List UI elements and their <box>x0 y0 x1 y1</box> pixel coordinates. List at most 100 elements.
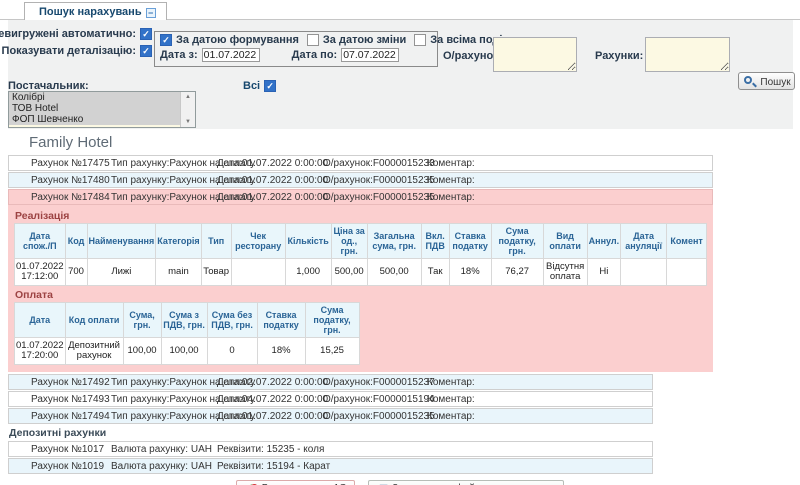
realization-header: Аннул. <box>587 224 620 259</box>
payment-cell: 15,25 <box>305 338 359 365</box>
invoice-comment: Коментар: <box>427 394 652 405</box>
show-details-row: Показувати деталізацію: ✓ <box>8 45 152 57</box>
realization-cell <box>231 259 285 286</box>
invoice-row-selected[interactable]: Рахунок №17484 Тип рахунку:Рахунок на оп… <box>8 189 713 205</box>
invoice-number: Рахунок №17494 <box>9 411 111 422</box>
by-change-date-checkbox[interactable] <box>307 34 319 46</box>
invoice-comment: Коментар: <box>427 192 712 203</box>
invoice-row[interactable]: Рахунок №17494 Тип рахунку:Рахунок на оп… <box>8 408 653 424</box>
deposit-details: Реквізити: 15235 - коля <box>217 444 652 455</box>
upload-to-1c-button[interactable]: ✔С Вивантажити в 1С <box>236 480 355 485</box>
realization-header: Найменування <box>87 224 156 259</box>
invoice-type: Тип рахунку:Рахунок на оплату <box>111 158 217 169</box>
realization-cell: 18% <box>449 259 491 286</box>
invoice-row[interactable]: Рахунок №17493 Тип рахунку:Рахунок на оп… <box>8 391 653 407</box>
realization-header: Тип <box>201 224 231 259</box>
supplier-multiselect[interactable]: Колібрі ТОВ Hotel ФОП Шевченко ▲ ▼ <box>8 91 196 128</box>
realization-header: Дата ануляції <box>621 224 667 259</box>
invoice-o-account: О/рахунок:F0000015235 <box>323 175 427 186</box>
supplier-option[interactable]: ФОП Шевченко <box>9 114 195 125</box>
by-all-events-checkbox[interactable] <box>414 34 426 46</box>
payment-cell: 18% <box>257 338 305 365</box>
payment-header: Сума без ПДВ, грн. <box>207 303 257 338</box>
realization-header: Загальна сума, грн. <box>367 224 421 259</box>
realization-header: Категорія <box>156 224 201 259</box>
payment-header: Дата <box>15 303 66 338</box>
filter-panel: Тільки невигружені автоматично: ✓ Показу… <box>8 20 793 129</box>
hotel-title: Family Hotel <box>29 134 800 151</box>
realization-header: Вид оплати <box>543 224 587 259</box>
invoice-o-account: О/рахунок:F0000015237 <box>323 377 427 388</box>
realization-cell: 500,00 <box>367 259 421 286</box>
o-account-textarea[interactable] <box>493 37 577 72</box>
tab-title: Пошук нарахувань <box>39 6 142 18</box>
invoice-row[interactable]: Рахунок №17480 Тип рахунку:Рахунок на оп… <box>8 172 713 188</box>
realization-cell: Так <box>421 259 449 286</box>
realization-row: 01.07.2022 17:12:00 700 Лижі main Товар … <box>15 259 707 286</box>
realization-cell: Товар <box>201 259 231 286</box>
realization-cell: Ні <box>587 259 620 286</box>
invoice-o-account: О/рахунок:F0000015235 <box>323 192 427 203</box>
invoice-number: Рахунок №17492 <box>9 377 111 388</box>
invoice-number: Рахунок №17475 <box>9 158 111 169</box>
all-suppliers-checkbox[interactable]: ✓ <box>264 80 276 92</box>
invoice-row[interactable]: Рахунок №17475 Тип рахунку:Рахунок на оп… <box>8 155 713 171</box>
realization-cell-payment-missing: Відсутня оплата <box>543 259 587 286</box>
invoice-o-account: О/рахунок:F0000015194 <box>323 394 427 405</box>
scroll-up-icon[interactable]: ▲ <box>185 94 191 100</box>
invoice-type: Тип рахунку:Рахунок на оплату <box>111 394 217 405</box>
invoice-type: Тип рахунку:Рахунок на оплату <box>111 192 217 203</box>
show-details-label: Показувати деталізацію: <box>2 45 136 57</box>
deposit-row[interactable]: Рахунок №1017 Валюта рахунку: UAH Реквіз… <box>8 441 653 457</box>
page: Пошук нарахувань− Тільки невигружені авт… <box>0 0 800 485</box>
payment-section-title: Оплата <box>15 289 713 301</box>
invoice-row[interactable]: Рахунок №17492 Тип рахунку:Рахунок на оп… <box>8 374 653 390</box>
payment-header: Код оплати <box>65 303 123 338</box>
collapse-icon[interactable]: − <box>146 8 156 18</box>
realization-header: Комент <box>667 224 707 259</box>
show-details-checkbox[interactable]: ✓ <box>140 45 152 57</box>
payment-cell: 0 <box>207 338 257 365</box>
only-not-uploaded-row: Тільки невигружені автоматично: ✓ <box>8 28 152 40</box>
deposit-number: Рахунок №1019 <box>9 461 111 472</box>
payment-header: Сума з ПДВ, грн. <box>161 303 207 338</box>
realization-header: Кількість <box>285 224 331 259</box>
deposit-accounts: Рахунок №1017 Валюта рахунку: UAH Реквіз… <box>8 441 800 474</box>
invoice-group-1: Рахунок №17475 Тип рахунку:Рахунок на оп… <box>8 155 800 205</box>
realization-header: Дата спож./П <box>15 224 66 259</box>
invoice-type: Тип рахунку:Рахунок на оплату <box>111 411 217 422</box>
by-creation-date-checkbox[interactable]: ✓ <box>160 34 172 46</box>
realization-header: Ціна за од., грн. <box>331 224 367 259</box>
invoice-group-2: Рахунок №17492 Тип рахунку:Рахунок на оп… <box>8 374 800 424</box>
date-to-input[interactable] <box>341 48 399 62</box>
payment-row: 01.07.2022 17:20:00 Депозитний рахунок 1… <box>15 338 360 365</box>
payment-table: Дата Код оплати Сума, грн. Сума з ПДВ, г… <box>14 302 360 365</box>
date-from-input[interactable] <box>202 48 260 62</box>
realization-header: Вкл. ПДВ <box>421 224 449 259</box>
all-label: Всі <box>243 80 260 92</box>
invoice-number: Рахунок №17484 <box>9 192 111 203</box>
invoice-detail-panel: Реалізація Дата спож./П Код Найменування… <box>8 205 713 372</box>
invoice-date: Дата:01.07.2022 0:00:00 <box>217 175 323 186</box>
tab-search-accruals[interactable]: Пошук нарахувань− <box>24 2 167 20</box>
supplier-option[interactable]: ТОВ Hotel <box>9 103 195 114</box>
accounts-textarea[interactable] <box>645 37 730 72</box>
invoice-date: Дата:01.07.2022 0:00:00 <box>217 411 323 422</box>
tab-bar: Пошук нарахувань− <box>0 0 800 20</box>
select-all-suppliers: Всі ✓ <box>243 80 276 92</box>
download-upload-files-button[interactable]: ↓▤ Завантажити файли вивантаження <box>368 480 564 485</box>
invoice-comment: Коментар: <box>427 411 652 422</box>
accounts-label: Рахунки: <box>595 50 643 62</box>
invoice-comment: Коментар: <box>427 158 712 169</box>
supplier-select-scrollbar[interactable]: ▲ ▼ <box>180 92 195 127</box>
scroll-down-icon[interactable]: ▼ <box>185 119 191 125</box>
search-button[interactable]: Пошук <box>738 72 795 90</box>
payment-cell: 01.07.2022 17:20:00 <box>15 338 66 365</box>
only-not-uploaded-checkbox[interactable]: ✓ <box>140 28 152 40</box>
supplier-option[interactable]: Колібрі <box>9 92 195 103</box>
invoice-date: Дата:01.07.2022 0:00:00 <box>217 192 323 203</box>
deposit-row[interactable]: Рахунок №1019 Валюта рахунку: UAH Реквіз… <box>8 458 653 474</box>
payment-header: Сума податку, грн. <box>305 303 359 338</box>
invoice-date: Дата:04.07.2022 0:00:00 <box>217 394 323 405</box>
payment-cell: 100,00 <box>161 338 207 365</box>
